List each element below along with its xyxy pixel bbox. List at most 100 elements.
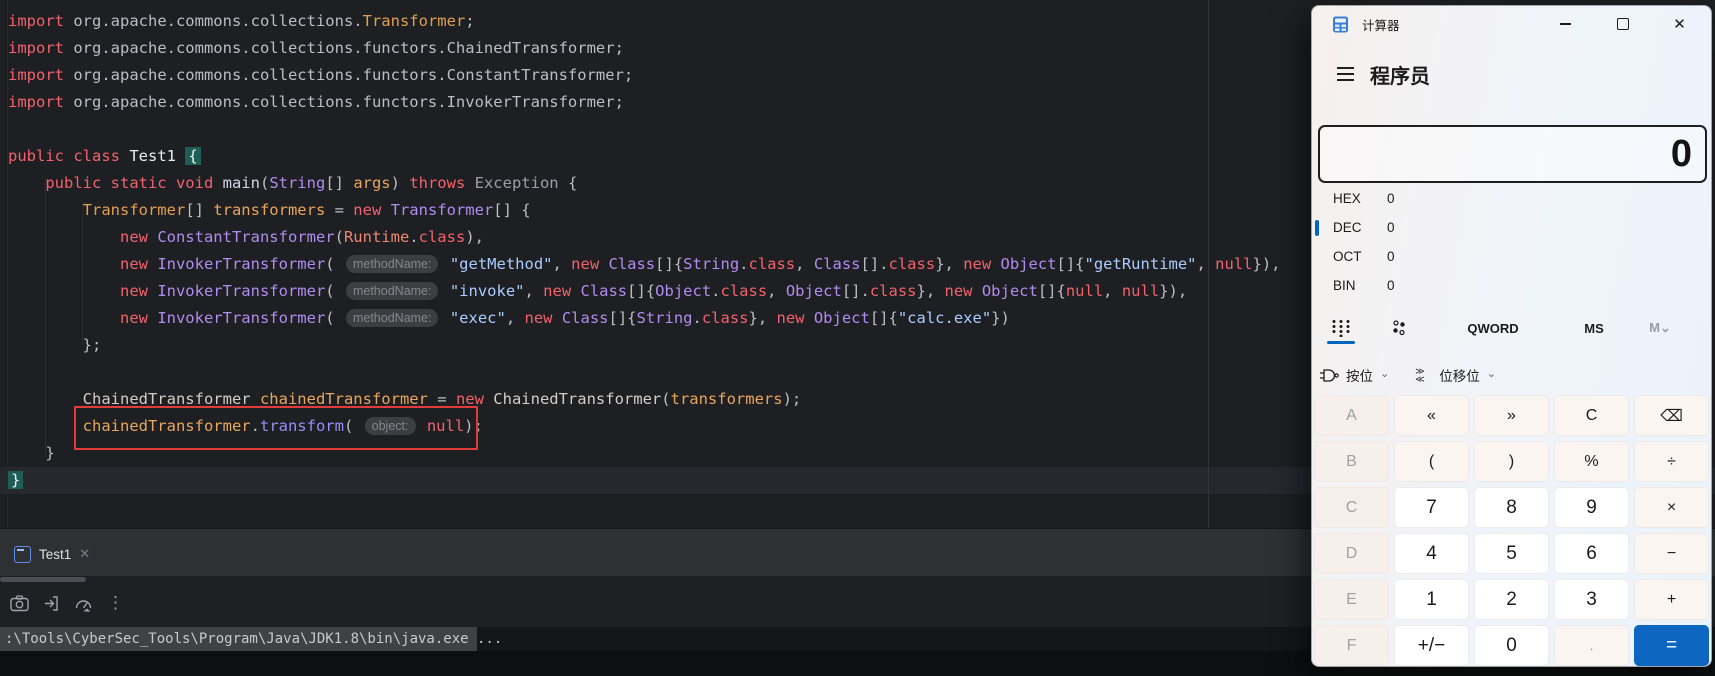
close-icon: ✕ — [1673, 15, 1686, 33]
code-token: new — [119, 309, 158, 327]
code-token: ( — [325, 309, 344, 327]
menu-hamburger-icon[interactable] — [1326, 59, 1364, 89]
code-token: "calc.exe" — [897, 309, 992, 327]
calc-btn-C[interactable]: C — [1554, 395, 1629, 436]
calc-btn-«[interactable]: « — [1394, 395, 1469, 436]
maximize-button[interactable] — [1594, 6, 1651, 42]
code-token: Test1 — [129, 147, 186, 165]
screenshot-icon[interactable] — [10, 594, 29, 612]
code-token: , — [1103, 282, 1122, 300]
code-line[interactable]: new InvokerTransformer( methodName: "inv… — [8, 278, 1187, 305]
active-indicator — [1315, 219, 1319, 236]
code-token: new — [963, 255, 1001, 273]
screen: { "editor": { "lines": [ {"tokens": [["i… — [0, 0, 1715, 676]
code-token: ) — [390, 174, 410, 192]
code-line[interactable]: import org.apache.commons.collections.fu… — [8, 89, 624, 116]
radix-row-oct[interactable]: OCT 0 — [1312, 242, 1707, 271]
calc-btn-)[interactable]: ) — [1474, 441, 1549, 482]
code-line[interactable]: new InvokerTransformer( methodName: "get… — [8, 251, 1281, 278]
code-token: public static void — [45, 174, 223, 192]
tab-close-icon[interactable]: ✕ — [79, 546, 90, 562]
code-line[interactable]: } — [8, 440, 55, 467]
calc-btn-»[interactable]: » — [1474, 395, 1549, 436]
word-size-button[interactable]: QWORD — [1428, 321, 1558, 336]
code-token: String — [636, 309, 693, 327]
profiler-gauge-icon[interactable] — [74, 595, 93, 612]
calc-btn-4[interactable]: 4 — [1394, 533, 1469, 574]
code-token: Object — [785, 282, 842, 300]
code-line[interactable]: public static void main(String[] args) t… — [8, 170, 577, 197]
code-token: InvokerTransformer — [157, 255, 326, 273]
console-icon — [14, 545, 31, 563]
bitshift-dropdown[interactable]: ≫ ≪ 位移位 ⌄ — [1415, 365, 1496, 385]
code-token: transformers — [670, 390, 783, 408]
calc-btn-C: C — [1314, 487, 1389, 528]
calc-btn-6[interactable]: 6 — [1554, 533, 1629, 574]
full-keypad-toggle[interactable] — [1312, 319, 1370, 344]
code-token: []{ — [655, 255, 684, 273]
calc-btn-7[interactable]: 7 — [1394, 487, 1469, 528]
calc-btn-×[interactable]: × — [1634, 487, 1709, 528]
code-token: new — [543, 282, 581, 300]
calc-btn-÷[interactable]: ÷ — [1634, 441, 1709, 482]
bitwise-dropdown[interactable]: 按位 ⌄ — [1320, 365, 1389, 385]
calc-header: 程序员 — [1312, 54, 1711, 94]
maximize-icon — [1616, 18, 1629, 30]
memory-menu-button[interactable]: M⌄ — [1630, 320, 1690, 336]
code-line[interactable]: new InvokerTransformer( methodName: "exe… — [8, 305, 1010, 332]
minimize-button[interactable] — [1537, 6, 1594, 42]
code-token: Class — [813, 255, 861, 273]
code-token: } — [8, 444, 55, 462]
bit-keypad-toggle[interactable] — [1370, 319, 1428, 337]
chevron-down-icon: ⌄ — [1380, 367, 1390, 380]
calc-btn-1[interactable]: 1 — [1394, 579, 1469, 620]
calc-btn-3[interactable]: 3 — [1554, 579, 1629, 620]
run-command-bar[interactable]: :\Tools\CyberSec_Tools\Program\Java\JDK1… — [0, 627, 502, 651]
radix-row-bin[interactable]: BIN 0 — [1312, 271, 1707, 300]
radix-row-hex[interactable]: HEX 0 — [1312, 184, 1707, 213]
code-token: InvokerTransformer — [157, 309, 326, 327]
code-token: new — [119, 228, 158, 246]
calc-btn-([interactable]: ( — [1394, 441, 1469, 482]
calc-btn-0[interactable]: 0 — [1474, 625, 1549, 666]
calc-btn-−[interactable]: − — [1634, 533, 1709, 574]
calc-btn-8[interactable]: 8 — [1474, 487, 1549, 528]
calc-btn-2[interactable]: 2 — [1474, 579, 1549, 620]
code-line[interactable]: } — [8, 467, 24, 494]
more-options-icon[interactable]: ⋮ — [107, 594, 124, 611]
import-thread-dump-icon[interactable] — [43, 595, 60, 612]
code-line[interactable]: }; — [8, 332, 102, 359]
code-token: . — [409, 228, 419, 246]
bitwise-gate-icon — [1320, 368, 1339, 382]
calc-btn-⌫[interactable]: ⌫ — [1634, 395, 1709, 436]
code-token: ( — [259, 174, 270, 192]
run-tab-test1[interactable]: Test1 ✕ — [8, 537, 96, 571]
code-line[interactable]: import org.apache.commons.collections.Tr… — [8, 8, 475, 35]
code-token: ); — [782, 390, 802, 408]
code-line[interactable]: public class Test1 { — [8, 143, 201, 170]
code-token: Object — [655, 282, 712, 300]
code-line[interactable]: import org.apache.commons.collections.fu… — [8, 62, 633, 89]
memory-store-button[interactable]: MS — [1558, 321, 1630, 336]
code-line[interactable]: import org.apache.commons.collections.fu… — [8, 35, 624, 62]
code-token: , — [795, 255, 814, 273]
calc-btn-+[interactable]: + — [1634, 579, 1709, 620]
code-token: }), — [1252, 255, 1281, 273]
calc-btn-%[interactable]: % — [1554, 441, 1629, 482]
calc-mode-title: 程序员 — [1370, 65, 1430, 88]
code-token: import — [8, 66, 74, 84]
close-button[interactable]: ✕ — [1651, 6, 1708, 42]
calc-btn-+/−[interactable]: +/− — [1394, 625, 1469, 666]
calc-btn-5[interactable]: 5 — [1474, 533, 1549, 574]
calc-titlebar[interactable]: 计算器 ✕ — [1312, 6, 1711, 42]
code-token: new — [524, 309, 562, 327]
radix-row-dec[interactable]: DEC 0 — [1312, 213, 1707, 242]
scrollbar-thumb[interactable] — [0, 577, 86, 582]
code-token: new — [776, 309, 814, 327]
calc-btn-=[interactable]: = — [1634, 625, 1709, 666]
code-line[interactable]: Transformer[] transformers = new Transfo… — [8, 197, 531, 224]
calc-btn-9[interactable]: 9 — [1554, 487, 1629, 528]
code-line[interactable]: new ConstantTransformer(Runtime.class), — [8, 224, 484, 251]
